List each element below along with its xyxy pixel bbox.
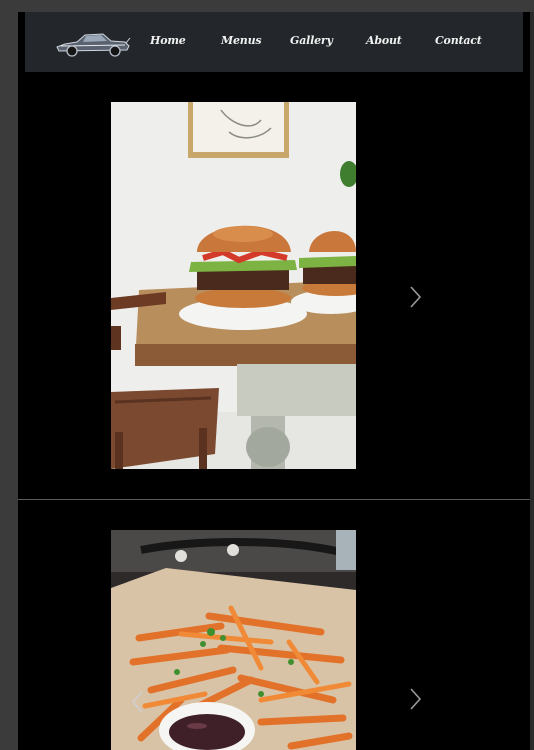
nav-menus[interactable]: Menus (221, 34, 262, 47)
fries-photo (111, 530, 356, 750)
carousel-fries (18, 500, 530, 750)
burger-photo (111, 102, 356, 469)
chevron-right-icon[interactable] (403, 684, 427, 714)
window-top-strip (0, 0, 534, 12)
carousel-burgers (18, 72, 530, 499)
page-content: Home Menus Gallery About Contact (18, 12, 530, 750)
classic-car-icon[interactable] (55, 26, 131, 60)
chevron-right-icon[interactable] (403, 282, 427, 312)
nav-home[interactable]: Home (150, 34, 186, 47)
navbar: Home Menus Gallery About Contact (25, 12, 523, 72)
nav-contact[interactable]: Contact (435, 34, 482, 47)
nav-about[interactable]: About (366, 34, 402, 47)
nav-gallery[interactable]: Gallery (290, 34, 333, 47)
chevron-left-icon[interactable] (126, 687, 150, 717)
page-edge (530, 12, 534, 750)
